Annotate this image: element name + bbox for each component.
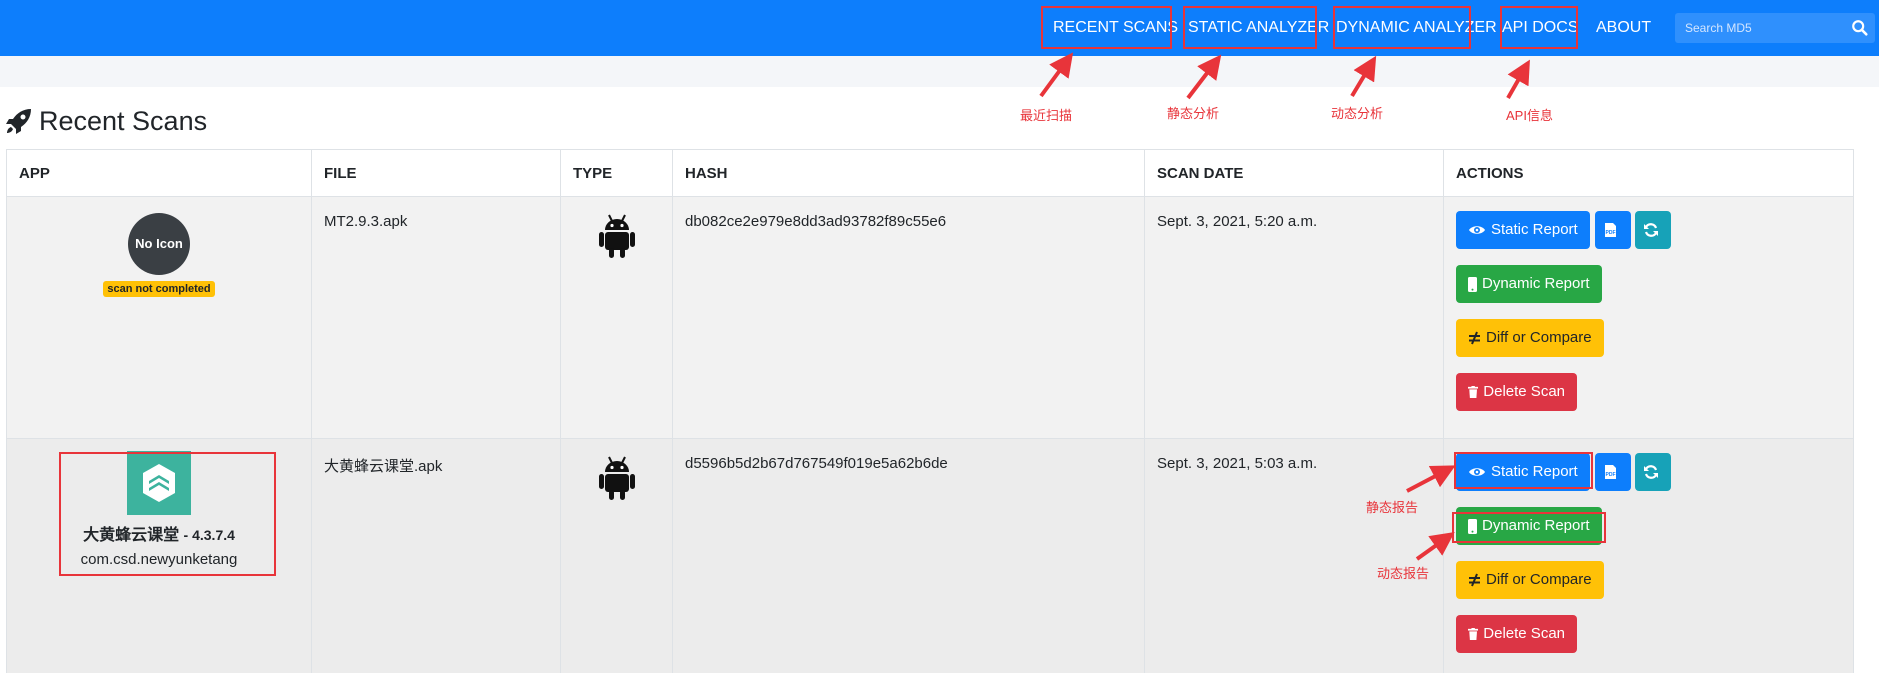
- annotation-label-dynamic-analyzer: 动态分析: [1331, 106, 1384, 121]
- diff-compare-button[interactable]: Diff or Compare: [1456, 319, 1604, 357]
- header-file: FILE: [311, 149, 561, 197]
- annotation-box-recent-scans: [1041, 6, 1172, 49]
- search-box: [1675, 13, 1875, 43]
- app-cell: No Icon scan not completed: [6, 196, 312, 439]
- file-cell: 大黄蜂云课堂.apk: [311, 438, 561, 673]
- date-cell: Sept. 3, 2021, 5:03 a.m.: [1144, 438, 1444, 673]
- status-badge: scan not completed: [103, 281, 215, 297]
- header-hash: HASH: [672, 149, 1145, 197]
- annotation-label-recent-scans: 最近扫描: [1020, 108, 1073, 123]
- hash-cell: db082ce2e979e8dd3ad93782f89c55e6: [672, 196, 1145, 439]
- type-cell: [560, 438, 673, 673]
- dynamic-report-button[interactable]: Dynamic Report: [1456, 265, 1602, 303]
- annotation-box-static-analyzer: [1183, 6, 1317, 49]
- annotation-label-api-docs: API信息: [1506, 108, 1553, 123]
- header-app: APP: [6, 149, 312, 197]
- annotation-label-dynamic-report: 动态报告: [1377, 566, 1430, 581]
- annotation-label-static-report: 静态报告: [1366, 500, 1419, 515]
- search-icon[interactable]: [1851, 19, 1869, 37]
- rescan-button[interactable]: [1635, 453, 1671, 491]
- diff-compare-button[interactable]: Diff or Compare: [1456, 561, 1604, 599]
- android-icon: [598, 214, 635, 258]
- file-cell: MT2.9.3.apk: [311, 196, 561, 439]
- search-input[interactable]: [1675, 13, 1845, 43]
- mobile-icon: [1468, 276, 1477, 292]
- annotation-box-dynamic-analyzer: [1333, 6, 1471, 49]
- trash-icon: [1468, 628, 1479, 640]
- scan-date: Sept. 3, 2021, 5:20 a.m.: [1157, 213, 1318, 230]
- eye-icon: [1469, 226, 1485, 234]
- delete-scan-button[interactable]: Delete Scan: [1456, 615, 1577, 653]
- md5-hash: db082ce2e979e8dd3ad93782f89c55e6: [685, 213, 947, 230]
- delete-scan-button[interactable]: Delete Scan: [1456, 373, 1577, 411]
- refresh-icon: [1643, 223, 1658, 237]
- static-report-button[interactable]: Static Report: [1456, 211, 1590, 249]
- rocket-icon: [6, 109, 31, 134]
- type-cell: [560, 196, 673, 439]
- file-name: MT2.9.3.apk: [324, 213, 408, 230]
- svg-text:PDF: PDF: [1606, 472, 1616, 478]
- trash-icon: [1468, 386, 1479, 398]
- page-title-text: Recent Scans: [39, 105, 208, 136]
- date-cell: Sept. 3, 2021, 5:20 a.m.: [1144, 196, 1444, 439]
- pdf-report-button[interactable]: PDF: [1595, 211, 1631, 249]
- annotation-box-static-report: [1454, 452, 1593, 489]
- table-header-row: APP FILE TYPE HASH SCAN DATE ACTIONS: [6, 149, 1854, 197]
- annotation-box-api-docs: [1500, 6, 1578, 49]
- file-pdf-icon: PDF: [1605, 223, 1616, 237]
- android-icon: [598, 456, 635, 500]
- annotation-box-dynamic-report: [1452, 512, 1606, 543]
- hash-cell: d5596b5d2b67d767549f019e5a62b6de: [672, 438, 1145, 673]
- scan-date: Sept. 3, 2021, 5:03 a.m.: [1157, 455, 1318, 472]
- annotation-box-app-info: [59, 452, 276, 576]
- page-title: Recent Scans: [5, 103, 207, 139]
- nav-about[interactable]: ABOUT: [1596, 0, 1651, 56]
- header-type: TYPE: [560, 149, 673, 197]
- refresh-icon: [1643, 465, 1658, 479]
- not-equal-icon: [1469, 573, 1480, 587]
- navbar: RECENT SCANS STATIC ANALYZER DYNAMIC ANA…: [0, 0, 1879, 56]
- not-equal-icon: [1469, 331, 1480, 345]
- pdf-report-button[interactable]: PDF: [1595, 453, 1631, 491]
- scans-table: APP FILE TYPE HASH SCAN DATE ACTIONS No …: [6, 149, 1854, 673]
- md5-hash: d5596b5d2b67d767549f019e5a62b6de: [685, 455, 948, 472]
- table-row: No Icon scan not completed MT2.9.3.apk d…: [6, 196, 1854, 439]
- annotation-label-static-analyzer: 静态分析: [1167, 106, 1220, 121]
- header-scan-date: SCAN DATE: [1144, 149, 1444, 197]
- header-actions: ACTIONS: [1443, 149, 1854, 197]
- rescan-button[interactable]: [1635, 211, 1671, 249]
- no-icon-placeholder: No Icon: [128, 213, 190, 275]
- svg-text:PDF: PDF: [1606, 230, 1616, 236]
- file-pdf-icon: PDF: [1605, 465, 1616, 479]
- actions-cell: Static Report PDF Dynamic Report Diff or…: [1443, 196, 1854, 439]
- file-name: 大黄蜂云课堂.apk: [324, 458, 443, 475]
